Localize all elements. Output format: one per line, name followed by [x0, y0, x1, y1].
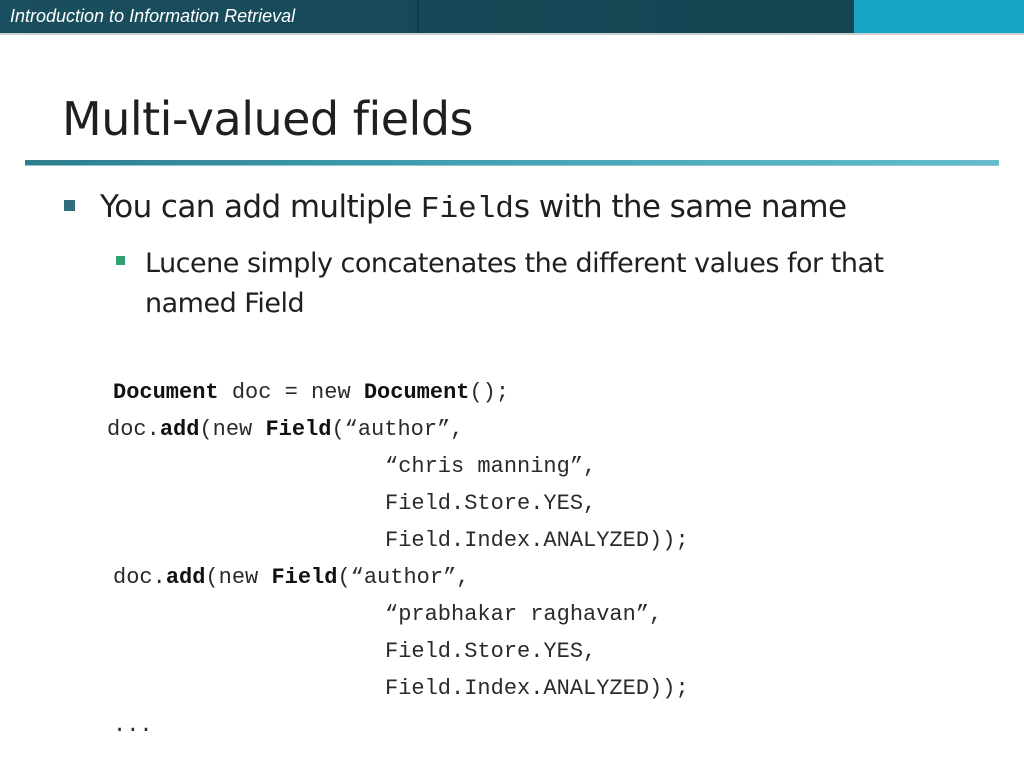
code-line-2: doc.add(new Field(“author”,	[107, 417, 463, 442]
code-line-1: Document doc = new Document();	[113, 380, 509, 405]
header-divider	[417, 0, 419, 33]
code-text: (new	[205, 565, 272, 590]
code-text: doc = new	[218, 380, 364, 405]
bullet-level2-text: Lucene simply concatenates the different…	[145, 248, 884, 319]
code-line-9: Field.Index.ANALYZED));	[385, 676, 689, 701]
header-accent-segment	[854, 0, 1024, 33]
code-line-4: Field.Store.YES,	[385, 491, 597, 516]
title-underline	[25, 160, 999, 166]
code-text: doc.	[107, 417, 160, 442]
code-text: (“author”,	[331, 417, 464, 442]
code-line-10: ...	[113, 713, 153, 738]
code-line-8: Field.Store.YES,	[385, 639, 597, 664]
bullet-level1-text: You can add multiple Fields with the sam…	[100, 189, 847, 227]
code-text: (“author”,	[337, 565, 470, 590]
square-bullet-icon	[116, 256, 125, 265]
code-line-5: Field.Index.ANALYZED));	[385, 528, 689, 553]
bullet-level1-code-word: Field	[420, 192, 514, 227]
slide-title: Multi-valued fields	[62, 92, 474, 146]
code-keyword: add	[165, 565, 206, 590]
course-title: Introduction to Information Retrieval	[10, 6, 296, 26]
bullet-level1-prefix: You can add multiple	[100, 189, 421, 225]
code-line-3: “chris manning”,	[385, 454, 597, 479]
square-bullet-icon	[64, 200, 75, 211]
code-keyword: Field	[265, 417, 332, 442]
code-keyword: Document	[363, 380, 470, 405]
code-text: doc.	[113, 565, 166, 590]
header-shadow	[0, 33, 1024, 35]
code-keyword: Document	[113, 380, 219, 405]
code-text: ();	[469, 380, 510, 405]
bullet-level1-suffix: s with the same name	[513, 189, 847, 225]
code-line-7: “prabhakar raghavan”,	[385, 602, 663, 627]
code-keyword: add	[159, 417, 200, 442]
code-keyword: Field	[271, 565, 338, 590]
code-text: (new	[199, 417, 266, 442]
code-line-6: doc.add(new Field(“author”,	[113, 565, 469, 590]
header-bar: Introduction to Information Retrieval	[0, 0, 1024, 35]
